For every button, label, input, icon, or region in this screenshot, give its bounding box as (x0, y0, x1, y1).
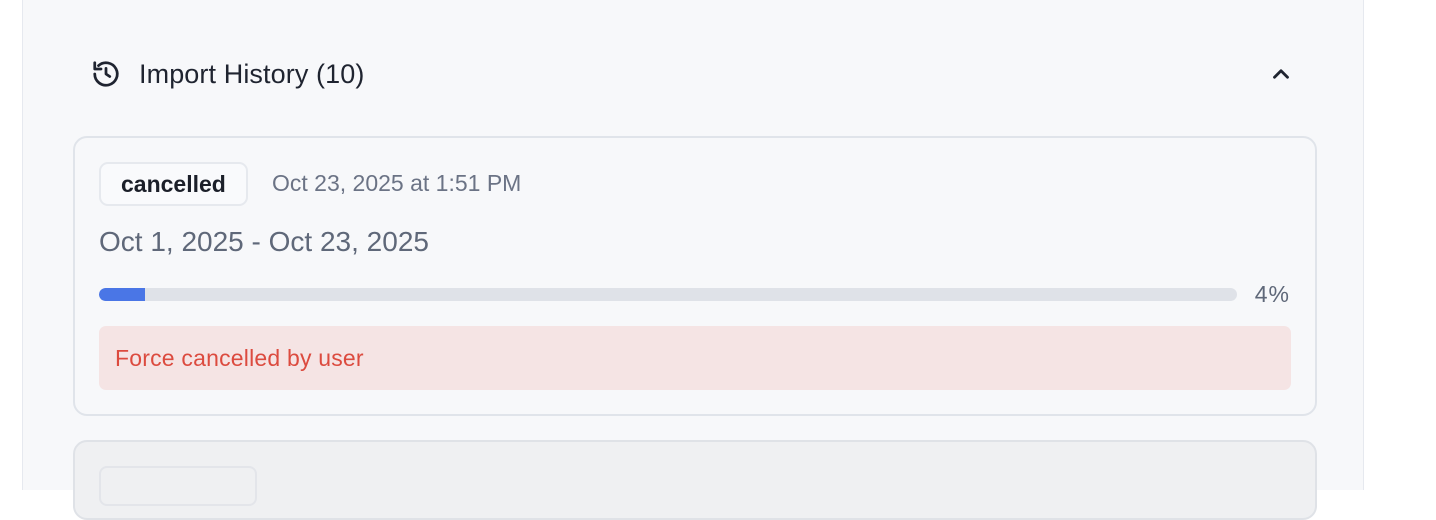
import-history-item[interactable]: cancelled Oct 23, 2025 at 1:51 PM Oct 1,… (73, 136, 1317, 416)
chevron-up-icon (1273, 69, 1289, 79)
import-history-header[interactable]: Import History (10) (91, 54, 1301, 94)
history-icon (91, 59, 121, 89)
import-history-item[interactable] (73, 440, 1317, 520)
error-message: Force cancelled by user (115, 344, 364, 371)
error-message-box: Force cancelled by user (99, 326, 1291, 390)
progress-percent: 4% (1254, 281, 1290, 307)
collapse-button[interactable] (1267, 60, 1295, 88)
import-date-range: Oct 1, 2025 - Oct 23, 2025 (99, 226, 429, 257)
status-badge (99, 466, 257, 506)
status-badge: cancelled (99, 162, 248, 206)
progress-bar (99, 288, 1237, 301)
section-title: Import History (10) (139, 58, 365, 89)
import-history-panel: Import History (10) cancelled Oct 23, 20… (22, 0, 1364, 520)
progress-bar-fill (99, 288, 145, 301)
import-timestamp: Oct 23, 2025 at 1:51 PM (272, 170, 522, 196)
